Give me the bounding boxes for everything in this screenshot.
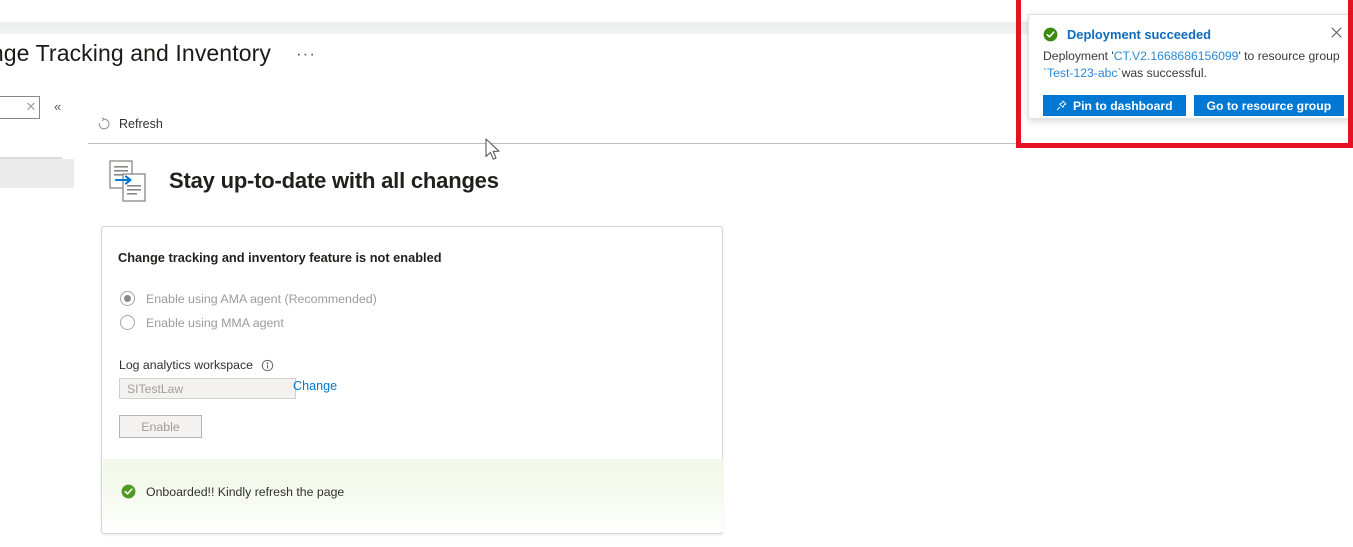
refresh-button-label: Refresh [119,117,163,131]
mouse-pointer-icon [485,138,503,163]
hero-title: Stay up-to-date with all changes [169,168,499,193]
status-banner: Onboarded!! Kindly refresh the page [103,459,723,532]
refresh-icon [97,117,111,131]
radio-mma-indicator[interactable] [120,315,135,330]
documents-sync-icon [105,158,151,204]
refresh-button[interactable]: Refresh [97,113,163,135]
radio-ama-label: Enable using AMA agent (Recommended) [146,291,377,306]
radio-mma-label: Enable using MMA agent [146,315,284,330]
check-circle-icon [121,484,136,499]
workspace-input[interactable] [119,378,296,399]
double-chevron-left-icon[interactable]: « [54,99,61,115]
workspace-label: Log analytics workspace [119,358,253,372]
workspace-label-row: Log analytics workspace [119,358,274,372]
radio-option-ama[interactable]: Enable using AMA agent (Recommended) [120,291,377,306]
app-root: ange Tracking and Inventory ··· ✕ « Refr… [0,0,1353,547]
highlight-box [1016,0,1353,148]
hero-heading: Stay up-to-date with all changes [105,158,499,204]
page-title: ange Tracking and Inventory [0,40,271,66]
change-workspace-link[interactable]: Change [293,379,337,393]
info-circle-icon[interactable] [261,359,274,372]
card-heading: Change tracking and inventory feature is… [118,250,442,265]
page-more-menu-button[interactable]: ··· [296,44,316,64]
enable-button[interactable]: Enable [119,415,202,438]
onboarding-card: Change tracking and inventory feature is… [101,226,723,534]
radio-option-mma[interactable]: Enable using MMA agent [120,315,284,330]
close-icon[interactable]: ✕ [24,99,38,115]
sidebar-item-selected[interactable] [0,157,74,188]
status-banner-text: Onboarded!! Kindly refresh the page [146,484,345,499]
radio-ama-indicator[interactable] [120,291,135,306]
